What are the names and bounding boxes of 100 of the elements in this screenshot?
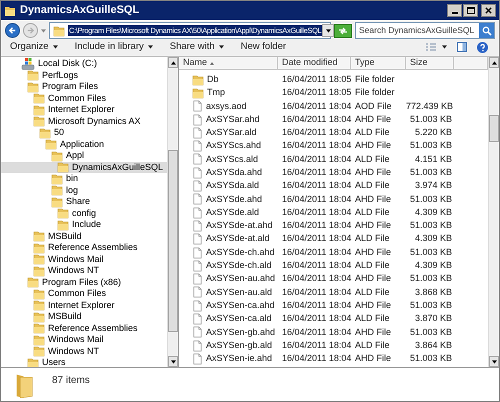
file-name[interactable]: AxSYSen-ie.ahd <box>206 352 272 366</box>
tree-item[interactable]: Program Files <box>1 81 167 92</box>
table-cell: 16/04/2011 18:04 <box>282 220 352 230</box>
table-cell: 16/04/2011 18:04 <box>282 340 352 350</box>
file-name[interactable]: AxSYSen-gb.ald <box>206 338 272 352</box>
table-cell: File folder <box>355 87 395 98</box>
file-name[interactable]: AxSYSde.ahd <box>206 192 262 206</box>
search-field[interactable]: Search DynamicsAxGuilleSQL <box>355 22 495 39</box>
tree-item[interactable]: MSBuild <box>1 311 167 322</box>
tree-item[interactable]: Windows NT <box>1 265 167 276</box>
table-cell: 16/04/2011 18:04 <box>282 326 352 337</box>
toolbar-button[interactable]: Organize <box>10 40 58 54</box>
table-cell: ALD File <box>355 313 390 324</box>
table-cell: ALD File <box>355 260 390 270</box>
table-cell: ALD File <box>355 286 390 297</box>
file-name[interactable]: Db <box>207 72 219 86</box>
column-header[interactable]: Size <box>406 57 454 69</box>
table-cell: 51.003 KB <box>410 246 452 257</box>
tree-item[interactable]: Common Files <box>1 288 167 300</box>
table-cell: AOD File <box>355 100 392 110</box>
table-cell: 3.868 KB <box>414 286 452 297</box>
tree-item[interactable]: Internet Explorer <box>1 104 167 116</box>
file-name[interactable]: AxSYSde-at.ald <box>206 232 270 246</box>
file-name[interactable]: AxSYSen-au.ald <box>206 286 272 300</box>
tree-item[interactable]: Share <box>1 196 167 208</box>
table-cell: AHD File <box>355 220 392 230</box>
tree-item[interactable]: Local Disk (C:) <box>1 58 167 70</box>
file-name[interactable]: AxSYSen-ca.ald <box>206 312 272 326</box>
file-name[interactable]: AxSYSen-au.ahd <box>206 272 276 286</box>
table-cell: 16/04/2011 18:04 <box>282 114 352 124</box>
file-name[interactable]: AxSYSda.ald <box>206 179 260 193</box>
tree-item[interactable]: Reference Assemblies <box>1 322 167 334</box>
tree-item[interactable]: DynamicsAxGuilleSQL <box>1 162 167 173</box>
tree-item[interactable]: config <box>1 208 167 219</box>
file-name[interactable]: AxSYSde-ch.ahd <box>206 246 275 260</box>
table-cell: 4.309 KB <box>414 260 452 270</box>
table-cell: 4.151 KB <box>414 154 452 164</box>
column-header[interactable]: Name <box>179 57 278 69</box>
tree-item[interactable]: PerfLogs <box>1 70 167 81</box>
table-cell: 51.003 KB <box>410 140 452 150</box>
tree-item[interactable]: Appl <box>1 150 167 162</box>
table-cell: ALD File <box>355 154 390 164</box>
tree-item[interactable]: Common Files <box>1 92 167 104</box>
tree-item[interactable]: MSBuild <box>1 230 167 242</box>
table-cell: 16/04/2011 18:04 <box>282 246 352 257</box>
table-cell: 51.003 KB <box>410 114 452 124</box>
table-cell: AHD File <box>355 273 392 284</box>
column-header[interactable]: Date modified <box>278 57 351 69</box>
tree-item[interactable]: Windows Mail <box>1 254 167 265</box>
table-cell: ALD File <box>355 206 390 217</box>
table-cell: AHD File <box>355 246 392 257</box>
table-cell: 16/04/2011 18:04 <box>282 206 352 217</box>
table-cell: 51.003 KB <box>410 353 452 364</box>
column-header[interactable]: Type <box>351 57 406 69</box>
table-cell: 51.003 KB <box>410 166 452 177</box>
table-cell: 16/04/2011 18:04 <box>282 286 352 297</box>
tree-item[interactable]: Windows NT <box>1 346 167 357</box>
tree-item[interactable]: bin <box>1 173 167 184</box>
table-cell: 16/04/2011 18:04 <box>282 100 352 110</box>
toolbar-button[interactable]: Include in library <box>74 40 153 54</box>
file-name[interactable]: AxSYScs.ahd <box>206 139 262 153</box>
file-name[interactable]: AxSYSda.ahd <box>206 166 262 180</box>
toolbar-button[interactable]: New folder <box>240 40 286 54</box>
table-cell: AHD File <box>355 353 392 364</box>
file-name[interactable]: AxSYSen-gb.ahd <box>206 326 276 340</box>
file-name[interactable]: AxSYSar.ahd <box>206 112 260 126</box>
file-name[interactable]: AxSYScs.ald <box>206 152 258 166</box>
table-cell: ALD File <box>355 180 390 190</box>
tree-item[interactable]: Application <box>1 138 167 150</box>
file-name[interactable]: AxSYSde-at.ahd <box>206 219 273 233</box>
table-cell: 16/04/2011 18:04 <box>282 127 352 138</box>
file-name[interactable]: axsys.aod <box>206 100 247 113</box>
tree-item[interactable]: log <box>1 184 167 196</box>
tree-item[interactable]: Reference Assemblies <box>1 242 167 254</box>
file-name[interactable]: AxSYSar.ald <box>206 126 257 140</box>
table-cell: AHD File <box>355 300 392 310</box>
tree-item[interactable]: Include <box>1 219 167 230</box>
table-cell: 16/04/2011 18:04 <box>282 166 352 177</box>
tree-item[interactable]: Microsoft Dynamics AX <box>1 116 167 127</box>
tree-item[interactable]: Windows Mail <box>1 334 167 346</box>
table-cell: 16/04/2011 18:04 <box>282 300 352 310</box>
table-cell: 51.003 KB <box>410 220 452 230</box>
file-name[interactable]: AxSYSen-ca.ahd <box>206 298 275 312</box>
table-cell: ALD File <box>355 340 390 350</box>
table-cell: 16/04/2011 18:04 <box>282 233 352 244</box>
item-count: 87 items <box>52 374 90 388</box>
file-name[interactable]: AxSYSde.ald <box>206 206 260 220</box>
table-cell: 51.003 KB <box>410 300 452 310</box>
tree-item[interactable]: Program Files (x86) <box>1 276 167 288</box>
table-cell: File folder <box>355 74 395 84</box>
table-cell: 16/04/2011 18:05 <box>282 87 352 98</box>
toolbar-button[interactable]: Share with <box>170 40 224 54</box>
file-name[interactable]: Tmp <box>207 86 225 100</box>
table-cell: 3.974 KB <box>414 180 452 190</box>
table-cell: 16/04/2011 18:05 <box>282 74 352 84</box>
table-cell: 4.309 KB <box>414 233 452 244</box>
tree-item[interactable]: 50 <box>1 127 167 138</box>
file-name[interactable]: AxSYSde-ch.ald <box>206 259 272 273</box>
table-cell: 5.220 KB <box>414 127 452 138</box>
tree-item[interactable]: Internet Explorer <box>1 300 167 311</box>
